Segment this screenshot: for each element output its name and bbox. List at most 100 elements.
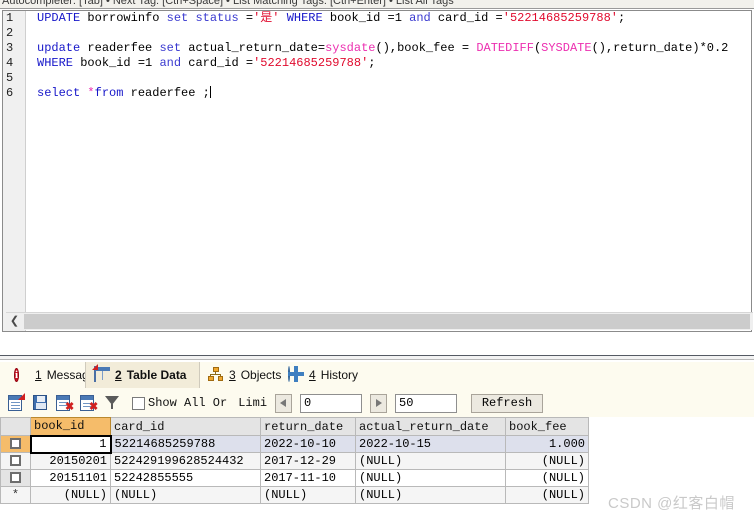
cell-return_date[interactable]: 2017-11-10: [260, 469, 356, 487]
sql-token: status: [195, 11, 239, 25]
sql-token: (),return_date)*0.2: [591, 41, 729, 55]
row-select-checkbox[interactable]: [10, 472, 21, 484]
autocompleter-hint-text: Autocompleter: [Tab] • Next Tag: [Ctrl+S…: [2, 0, 454, 7]
row-header[interactable]: *: [0, 486, 31, 504]
row-select-checkbox[interactable]: [9, 438, 21, 450]
sql-token: card_id =: [181, 56, 254, 70]
cell-book_id[interactable]: 20151101: [30, 469, 111, 487]
save-icon[interactable]: [30, 393, 50, 413]
cell-actual_return_date[interactable]: 2022-10-15: [355, 435, 506, 453]
cell-actual_return_date[interactable]: (NULL): [355, 486, 506, 504]
next-page-button[interactable]: [370, 393, 388, 413]
row-header[interactable]: [0, 469, 31, 487]
sql-line: UPDATE borrowinfo set status ='是' WHERE …: [27, 11, 751, 26]
row-header[interactable]: [0, 435, 31, 453]
row-select-checkbox[interactable]: [10, 455, 21, 467]
cell-return_date[interactable]: 2017-12-29: [260, 452, 356, 470]
sql-token: borrowinfo: [80, 11, 167, 25]
line-number-gutter: 123456: [3, 11, 26, 331]
cancel-edit-icon[interactable]: ✖: [78, 393, 98, 413]
panel-splitter[interactable]: [0, 336, 754, 362]
post-edit-icon[interactable]: [6, 393, 26, 413]
sql-token: *: [87, 86, 95, 100]
sql-token: actual_return_date=: [181, 41, 326, 55]
cell-book_id[interactable]: 1: [29, 434, 112, 454]
show-all-checkbox[interactable]: [132, 396, 145, 410]
table-row[interactable]: 20150201 522429199628524432 2017-12-29 (NUL…: [0, 452, 589, 470]
filter-icon[interactable]: [102, 393, 122, 413]
tab-label: Table Data: [126, 368, 187, 382]
history-globe-icon: [288, 366, 304, 383]
sql-token: '52214685259788': [502, 11, 618, 25]
table-data-icon: [92, 364, 110, 383]
tab-objects-tree[interactable]: 3 Objects: [200, 362, 282, 388]
line-number: 3: [6, 41, 14, 55]
sql-token: '52214685259788': [253, 56, 369, 70]
sql-token: DATEDIFF: [476, 41, 534, 55]
splitter-bar[interactable]: [0, 355, 754, 360]
sql-editor-panel: 123456 UPDATE borrowinfo set status ='是'…: [0, 8, 754, 336]
editor-horizontal-scrollbar[interactable]: ❮: [6, 312, 753, 330]
tab-mnemonic: 3: [229, 368, 236, 382]
column-header-card_id[interactable]: card_id: [110, 417, 261, 436]
results-tab-strip: i1 Messages 2 Table Data 3 Objects 4 Histor…: [0, 362, 754, 390]
cell-card_id[interactable]: 52242855555: [110, 469, 261, 487]
refresh-button[interactable]: Refresh: [471, 393, 544, 413]
sql-token: '是': [253, 11, 280, 25]
tab-info[interactable]: i1 Messages: [6, 362, 101, 388]
cell-card_id[interactable]: 52214685259788: [110, 435, 261, 453]
cell-book_fee[interactable]: (NULL): [505, 486, 589, 504]
sql-line: select *from readerfee ;: [27, 86, 751, 101]
cell-return_date[interactable]: 2022-10-10: [260, 435, 356, 453]
sql-token: ;: [617, 11, 626, 25]
new-row-marker: *: [11, 487, 20, 502]
prev-page-button[interactable]: [275, 393, 293, 413]
tab-mnemonic: 1: [35, 368, 42, 382]
tab-table-data[interactable]: 2 Table Data: [85, 362, 200, 388]
sql-token: update: [37, 41, 81, 55]
line-number: 2: [6, 26, 14, 40]
offset-input[interactable]: 0: [300, 393, 363, 413]
column-header-book_fee[interactable]: book_fee: [505, 417, 589, 436]
scroll-left-arrow-icon[interactable]: ❮: [6, 313, 23, 330]
tab-mnemonic: 2: [115, 368, 122, 382]
sql-client-window: Autocompleter: [Tab] • Next Tag: [Ctrl+S…: [0, 0, 754, 519]
sql-token: readerfee: [80, 41, 160, 55]
cell-book_fee[interactable]: 1.000: [505, 435, 589, 453]
sql-line: [27, 71, 751, 86]
tab-label: Objects: [240, 368, 282, 382]
table-row[interactable]: * (NULL) (NULL) (NULL) (NULL) (NULL): [0, 486, 589, 504]
table-row[interactable]: 1 52214685259788 2022-10-10 2022-10-15 1.000: [0, 434, 589, 454]
column-header-actual_return_date[interactable]: actual_return_date: [355, 417, 506, 436]
grid-toolbar: ✖ ✖ Show All Or Limi 0 50 Refresh: [0, 389, 754, 417]
cell-return_date[interactable]: (NULL): [260, 486, 356, 504]
column-header-book_id[interactable]: book_id: [30, 417, 111, 436]
cell-actual_return_date[interactable]: (NULL): [355, 469, 506, 487]
row-header[interactable]: [0, 452, 31, 470]
sql-token: WHERE: [37, 56, 74, 70]
cell-actual_return_date[interactable]: (NULL): [355, 452, 506, 470]
sql-token: book_id =1: [322, 11, 410, 25]
show-all-control[interactable]: Show All Or Limi: [132, 396, 267, 410]
sql-token: SYSDATE: [541, 41, 592, 55]
cell-card_id[interactable]: (NULL): [110, 486, 261, 504]
tab-history-globe[interactable]: 4 History: [280, 362, 364, 388]
line-number: 5: [6, 71, 14, 85]
sql-token: from: [94, 86, 124, 100]
scrollbar-thumb[interactable]: [24, 314, 750, 329]
cell-book_id[interactable]: 20150201: [30, 452, 111, 470]
sql-code-area[interactable]: UPDATE borrowinfo set status ='是' WHERE …: [27, 11, 751, 331]
table-row[interactable]: 20151101 52242855555 2017-11-10 (NULL) (NULL…: [0, 469, 589, 487]
cell-card_id[interactable]: 522429199628524432: [110, 452, 261, 470]
sql-line: update readerfee set actual_return_date=…: [27, 41, 751, 56]
cell-book_fee[interactable]: (NULL): [505, 452, 589, 470]
sql-editor[interactable]: 123456 UPDATE borrowinfo set status ='是'…: [2, 10, 753, 332]
sql-token: set: [166, 11, 189, 25]
tab-mnemonic: 4: [309, 368, 316, 382]
cell-book_id[interactable]: (NULL): [30, 486, 111, 504]
sql-line: [27, 26, 751, 41]
cell-book_fee[interactable]: (NULL): [505, 469, 589, 487]
limit-input[interactable]: 50: [395, 393, 458, 413]
delete-record-icon[interactable]: ✖: [54, 393, 74, 413]
column-header-return_date[interactable]: return_date: [260, 417, 356, 436]
